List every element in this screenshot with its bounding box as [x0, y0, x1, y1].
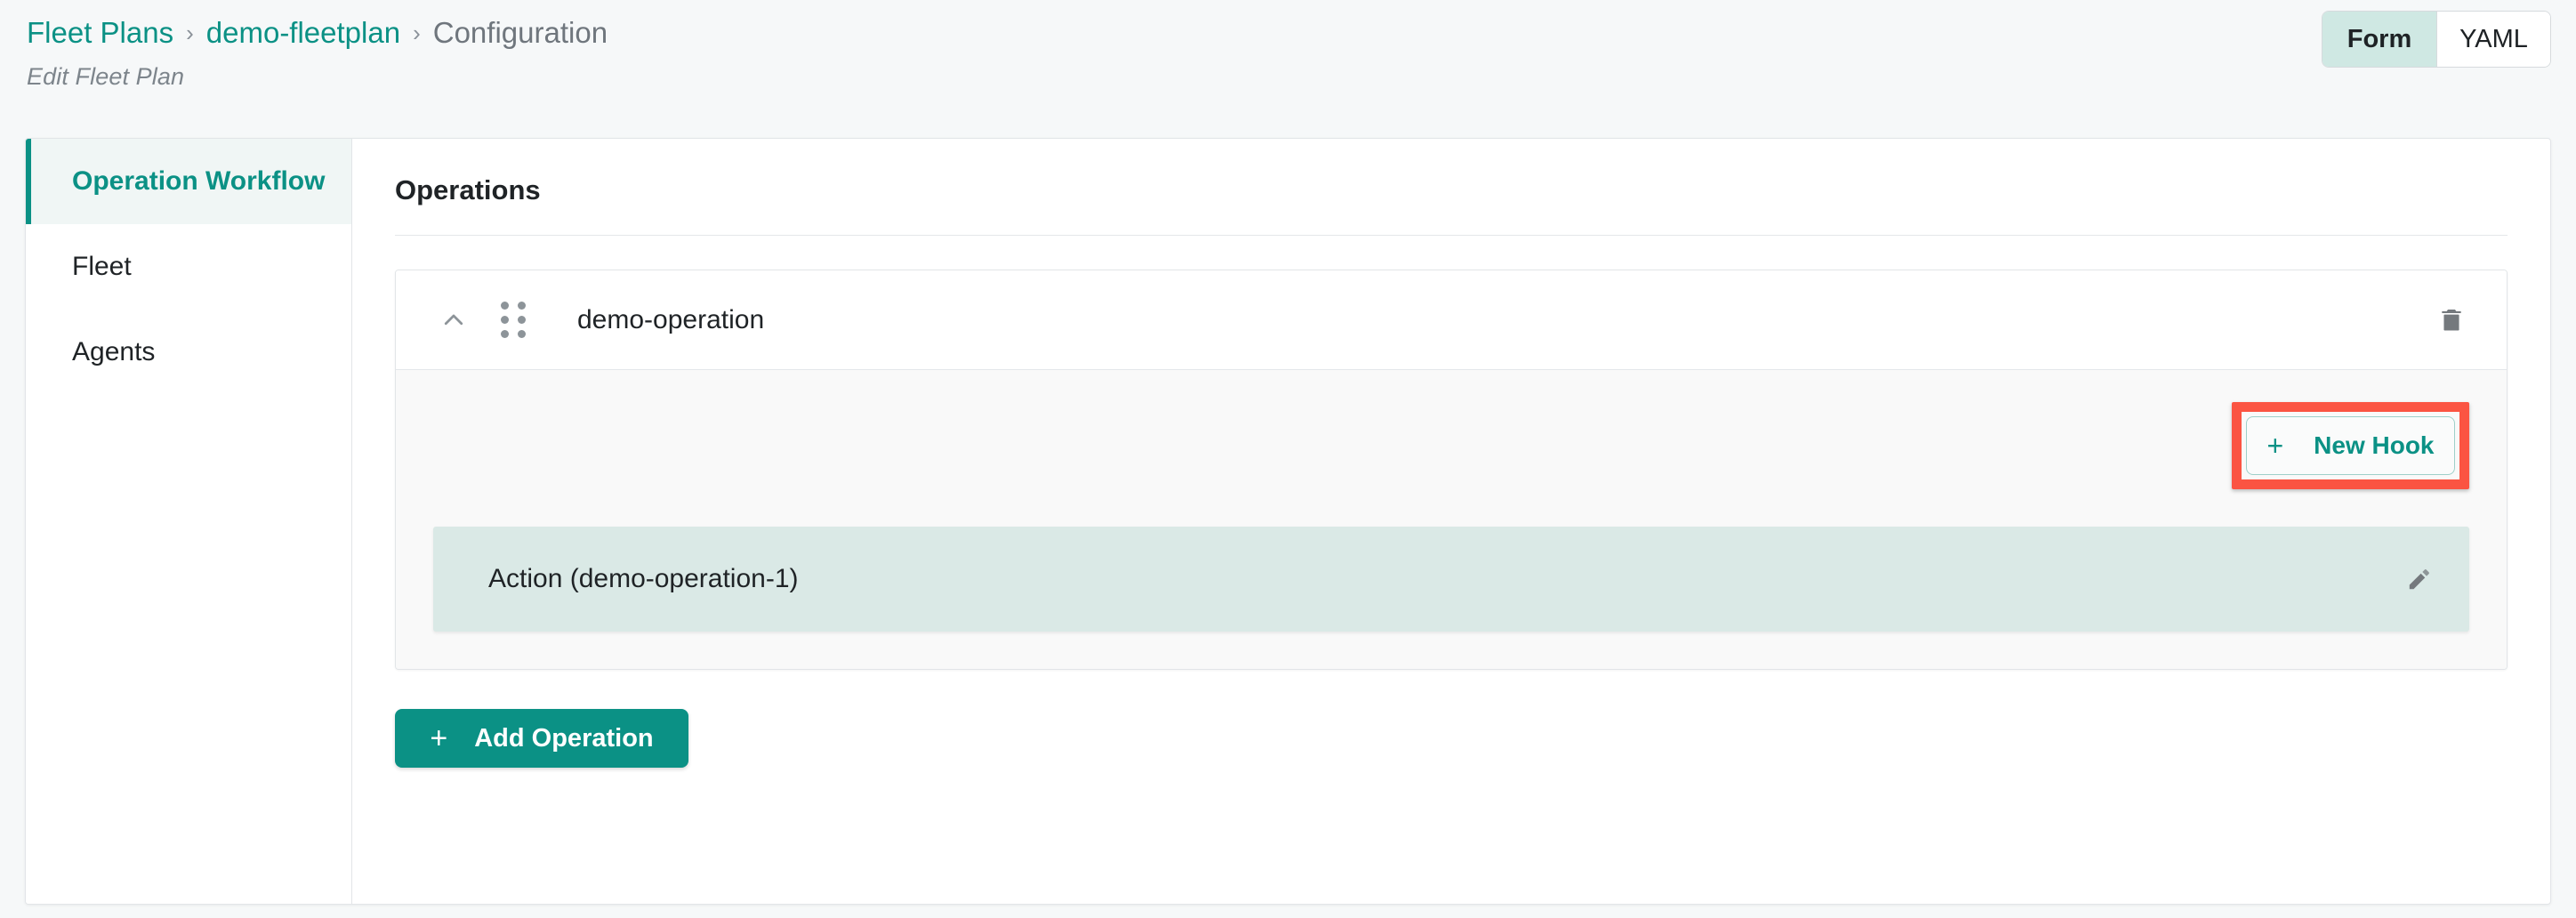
sidebar-item-label: Operation Workflow — [72, 166, 326, 196]
new-hook-label: New Hook — [2314, 431, 2435, 459]
operation-header: demo-operation — [396, 270, 2507, 370]
breadcrumb-separator-icon: › — [413, 20, 421, 46]
operation-body: + New Hook Action (demo-operation-1) — [396, 370, 2507, 669]
page-subtitle: Edit Fleet Plan — [27, 62, 185, 90]
sidebar-item-agents[interactable]: Agents — [26, 310, 351, 395]
breadcrumb-item-fleet-plans[interactable]: Fleet Plans — [27, 14, 173, 52]
operation-card: demo-operation + New Hook Action (demo-o… — [395, 270, 2508, 670]
pencil-icon[interactable] — [2398, 558, 2441, 600]
new-hook-row: + New Hook — [433, 402, 2469, 489]
highlight-annotation: + New Hook — [2232, 402, 2469, 489]
new-hook-button[interactable]: + New Hook — [2246, 416, 2455, 475]
operations-panel: Operations demo-operation + New Hook Act… — [352, 139, 2550, 904]
breadcrumb-separator-icon: › — [186, 20, 194, 46]
plus-icon: + — [430, 721, 448, 755]
operation-name: demo-operation — [577, 304, 765, 334]
sidebar-item-fleet[interactable]: Fleet — [26, 224, 351, 310]
hook-label: Action (demo-operation-1) — [488, 564, 799, 593]
tab-yaml[interactable]: YAML — [2436, 12, 2550, 67]
sidebar-item-label: Agents — [72, 337, 156, 366]
trash-icon[interactable] — [2430, 299, 2473, 342]
add-operation-label: Add Operation — [474, 723, 654, 753]
breadcrumb-item-configuration: Configuration — [432, 16, 608, 49]
breadcrumb: Fleet Plans › demo-fleetplan › Configura… — [27, 14, 2576, 52]
drag-handle-icon[interactable] — [501, 302, 540, 338]
page-header: Fleet Plans › demo-fleetplan › Configura… — [0, 0, 2576, 135]
tab-form[interactable]: Form — [2322, 12, 2436, 67]
plus-icon: + — [2266, 429, 2284, 462]
sidebar-item-label: Fleet — [72, 252, 132, 281]
sidebar-item-operation-workflow[interactable]: Operation Workflow — [26, 139, 351, 224]
chevron-up-icon[interactable] — [433, 300, 474, 341]
add-operation-button[interactable]: + Add Operation — [395, 709, 688, 768]
section-title: Operations — [395, 174, 541, 205]
configuration-card: Operation Workflow Fleet Agents Operatio… — [25, 138, 2551, 905]
view-mode-toggle[interactable]: Form YAML — [2322, 11, 2551, 68]
hook-item[interactable]: Action (demo-operation-1) — [433, 527, 2469, 632]
section-divider — [395, 235, 2508, 236]
breadcrumb-item-demo-fleetplan[interactable]: demo-fleetplan — [206, 14, 400, 52]
settings-sidebar: Operation Workflow Fleet Agents — [26, 139, 352, 904]
